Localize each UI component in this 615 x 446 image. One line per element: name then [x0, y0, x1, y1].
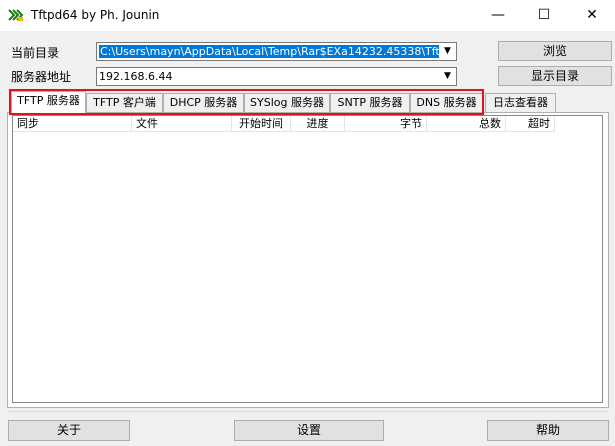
- tab-highlight-box: [9, 89, 484, 115]
- server-address-value[interactable]: 192.168.6.44: [99, 70, 437, 83]
- about-button[interactable]: 关于: [8, 420, 130, 441]
- minimize-button[interactable]: —: [475, 0, 521, 31]
- chevron-down-icon[interactable]: ▼: [439, 43, 456, 60]
- transfer-list[interactable]: 同步 文件 开始时间 进度 字节 总数 超时: [12, 115, 603, 403]
- window-title: Tftpd64 by Ph. Jounin: [31, 8, 160, 22]
- settings-button[interactable]: 设置: [234, 420, 384, 441]
- maximize-button[interactable]: ☐: [521, 0, 567, 31]
- close-button[interactable]: ✕: [569, 0, 615, 31]
- current-dir-label: 当前目录: [11, 46, 60, 60]
- app-icon: [8, 8, 24, 22]
- column-header-start-time[interactable]: 开始时间: [232, 116, 291, 132]
- browse-button[interactable]: 浏览: [498, 41, 612, 61]
- server-address-combo[interactable]: 192.168.6.44 ▼: [96, 67, 457, 86]
- show-directory-button[interactable]: 显示目录: [498, 66, 612, 86]
- column-header-bytes[interactable]: 字节: [345, 116, 427, 132]
- column-header-total[interactable]: 总数: [427, 116, 506, 132]
- column-header-progress[interactable]: 进度: [291, 116, 345, 132]
- column-header-timeout[interactable]: 超时: [506, 116, 555, 132]
- tab-log-viewer[interactable]: 日志查看器: [485, 93, 556, 112]
- chevron-down-icon[interactable]: ▼: [439, 68, 456, 85]
- help-button[interactable]: 帮助: [487, 420, 609, 441]
- separator: [7, 411, 609, 412]
- column-header-sync[interactable]: 同步: [13, 116, 132, 132]
- current-dir-value[interactable]: C:\Users\mayn\AppData\Local\Temp\Rar$EXa…: [99, 45, 439, 58]
- server-address-label: 服务器地址: [11, 70, 72, 84]
- column-header-file[interactable]: 文件: [132, 116, 232, 132]
- title-bar: Tftpd64 by Ph. Jounin — ☐ ✕: [0, 0, 615, 31]
- current-dir-combo[interactable]: C:\Users\mayn\AppData\Local\Temp\Rar$EXa…: [96, 42, 457, 61]
